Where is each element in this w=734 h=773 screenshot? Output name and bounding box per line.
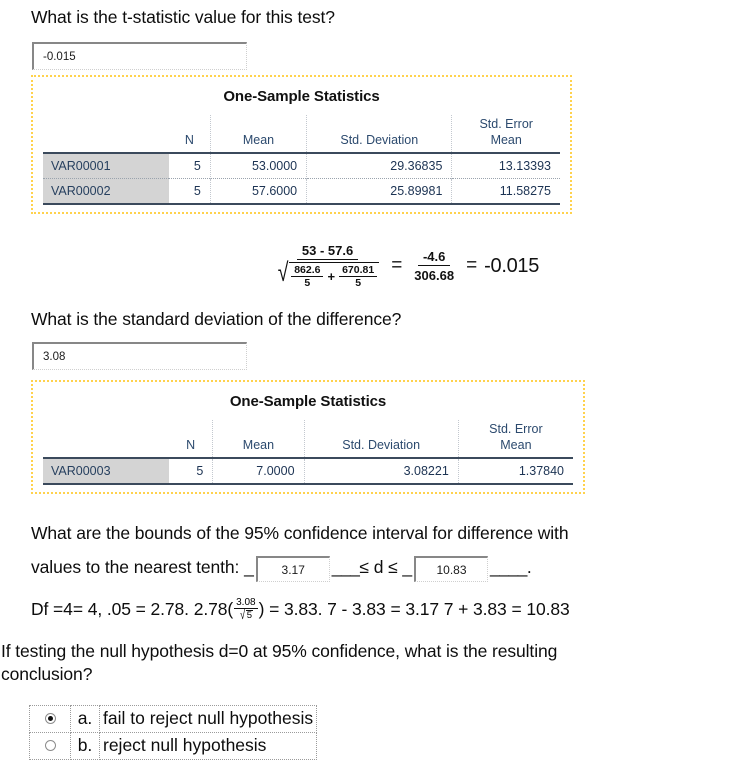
table-1-col-corner [43,115,169,153]
question-3-period: . [526,557,532,578]
table-1-row-1-sd: 25.89981 [306,178,453,205]
table-1-row-1-n: 5 [169,178,211,205]
formula-equals-2: = [466,255,478,277]
question-4-text-line-1: If testing the null hypothesis d=0 at 95… [1,641,558,661]
table-2-col-corner [43,420,169,458]
t-statistic-answer-input[interactable]: -0.015 [32,42,247,70]
option-a-radio-cell[interactable] [29,705,71,733]
df-fraction-numerator: 3.08 [234,597,258,609]
blank-after-lower: ___ [331,557,360,578]
table-2-title: One-Sample Statistics [229,393,387,410]
table-1-row-0-mean: 53.0000 [210,153,308,179]
question-3-prompt: What are the bounds of the 95% confidenc… [31,522,731,545]
radical-sign: √ [277,257,289,287]
question-2-text: What is the standard deviation of the di… [31,309,402,329]
table-1-col-n: N [169,115,211,154]
table-1-col-mean: Mean [210,115,308,154]
formula-denominator: √ 862.6 5 + 670.81 5 [271,257,384,289]
table-1-row-0-n: 5 [169,153,211,179]
table-2-col-n: N [169,420,214,459]
question-1-text: What is the t-statistic value for this t… [31,7,335,27]
table-2-col-std-error-mean: Std. Error Mean [489,422,543,452]
table-1-row-0-se: 13.13393 [498,159,551,174]
list-item[interactable]: a. fail to reject null hypothesis [29,705,318,733]
list-item[interactable]: b. reject null hypothesis [29,731,318,760]
question-1-prompt: What is the t-statistic value for this t… [31,6,335,29]
table-1-title: One-Sample Statistics [223,88,380,105]
table-row: VAR00001 5 53.0000 29.36835 13.13393 [43,153,560,179]
df-calculation-line: Df =4= 4, .05 = 2.78. 2.78( 3.08 √ 5 ) =… [31,597,570,621]
denominator-term-1: 862.6 5 [291,264,324,289]
df-sqrt-denominator: √ 5 [239,607,254,622]
formula-main-fraction: 53 - 57.6 √ 862.6 5 + 670.81 5 [271,243,384,289]
table-2-header-row: N Mean Std. Deviation Std. Error Mean [43,420,573,459]
table-2-row-0-n: 5 [169,458,214,485]
option-b-label[interactable]: reject null hypothesis [98,731,318,760]
radio-button-option-a[interactable] [44,713,56,724]
radio-button-option-b[interactable] [44,739,56,751]
formula-numerator: 53 - 57.6 [296,243,359,260]
df-formula-part-1: Df =4= 4, .05 = 2.78. 2.78( [31,598,234,619]
denominator-term-2: 670.81 5 [339,264,378,289]
radical-sign-small: √ [239,607,245,622]
df-formula-part-2: ) = 3.83. 7 - 3.83 = 3.17 7 + 3.83 = 10.… [258,598,570,619]
formula-result: -0.015 [484,254,540,277]
table-row: VAR00003 5 7.0000 3.08221 1.37840 [43,458,573,485]
formula-second-fraction: -4.6 306.68 [409,249,459,283]
question-3-text-line-2: values to the nearest tenth: _ [31,557,254,578]
ci-upper-bound-input[interactable]: 10.83 [413,556,488,582]
option-b-radio-cell[interactable] [29,731,71,760]
table-2-row-0-sd: 3.08221 [304,458,459,485]
formula-second-numerator: -4.6 [417,249,451,267]
table-1-row-0-sd: 29.36835 [306,153,453,179]
conclusion-options-list: a. fail to reject null hypothesis b. rej… [29,705,318,760]
question-4-text-line-2: conclusion? [1,663,93,684]
table-row: VAR00002 5 57.6000 25.89981 11.58275 [43,178,560,205]
option-a-label[interactable]: fail to reject null hypothesis [98,705,318,733]
table-1: N Mean Std. Deviation Std. Error Mean VA… [43,115,560,205]
table-2: N Mean Std. Deviation Std. Error Mean VA… [43,420,573,485]
table-1-row-1-mean: 57.6000 [210,178,308,205]
ci-lower-bound-input[interactable]: 3.17 [255,556,330,582]
table-2-col-std-deviation: Std. Deviation [304,420,459,459]
table-1-col-std-deviation: Std. Deviation [306,115,453,154]
option-b-letter: b. [70,731,100,760]
df-radicand: 5 [245,610,254,621]
question-4-prompt: If testing the null hypothesis d=0 at 95… [1,640,731,686]
table-2-col-mean: Mean [212,420,305,459]
table-1-header-row: N Mean Std. Deviation Std. Error Mean [43,115,560,154]
option-a-letter: a. [70,705,100,733]
formula-equals-1: = [391,255,403,277]
question-3-text-line-1: What are the bounds of the 95% confidenc… [31,523,569,543]
table-1-row-1-label: VAR00002 [43,178,169,205]
df-fraction: 3.08 √ 5 [234,597,258,622]
table-2-row-0-label: VAR00003 [43,458,169,485]
table-1-row-1-se: 11.58275 [499,184,551,199]
standard-deviation-answer-input[interactable]: 3.08 [32,342,247,370]
t-statistic-formula: 53 - 57.6 √ 862.6 5 + 670.81 5 = -4.6 30… [245,243,565,289]
one-sample-statistics-table-2: One-Sample Statistics N Mean Std. Deviat… [31,380,585,495]
ci-inequality-text: ≤ d ≤ _ [359,557,412,578]
plus-sign: + [327,269,336,285]
table-1-row-0-label: VAR00001 [43,153,169,179]
table-1-col-std-error-mean: Std. Error Mean [479,117,533,147]
formula-second-denominator: 306.68 [414,268,455,284]
question-3-answer-row: values to the nearest tenth: _ 3.17 ___≤ d… [31,556,731,582]
square-root-icon: √ 862.6 5 + 670.81 5 [276,257,380,289]
blank-after-upper: ____ [489,557,527,578]
one-sample-statistics-table-1: One-Sample Statistics N Mean Std. Deviat… [31,75,572,215]
question-2-prompt: What is the standard deviation of the di… [31,308,401,331]
table-2-row-0-se: 1.37840 [518,464,564,479]
table-2-row-0-mean: 7.0000 [212,458,305,485]
